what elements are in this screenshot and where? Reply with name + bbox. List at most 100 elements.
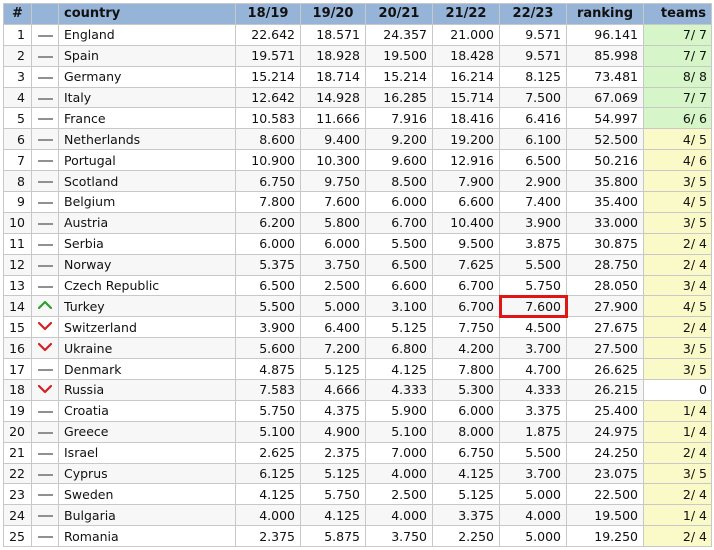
teams-value: 2/ 4 [643,316,712,339]
table-row[interactable]: 6 Netherlands 8.600 9.400 9.200 19.200 6.100 52… [3,128,712,151]
ranking-value: 27.675 [566,316,644,339]
country-name[interactable]: Romania [58,525,236,548]
country-name[interactable]: Bulgaria [58,504,236,527]
table-row[interactable]: 14 Turkey 5.500 5.000 3.100 6.700 7.600 27.900 4… [3,294,712,318]
country-name[interactable]: Israel [58,441,236,464]
country-ranking-table: # country 18/19 19/20 20/21 21/22 22/23 … [3,3,712,548]
teams-value: 1/ 4 [643,504,712,527]
table-row[interactable]: 7 Portugal 10.900 10.300 9.600 12.916 6.500 50.… [3,149,712,172]
country-name[interactable]: Sweden [58,483,236,506]
table-row[interactable]: 3 Germany 15.214 18.714 15.214 16.214 8.125 73.… [3,65,712,88]
table-row[interactable]: 21 Israel 2.625 2.375 7.000 6.750 5.500 24.250 2… [3,441,712,464]
col-header-teams[interactable]: teams [643,3,712,25]
season-points: 6.200 [235,211,301,234]
country-name[interactable]: Austria [58,211,236,234]
table-row[interactable]: 11 Serbia 6.000 6.000 5.500 9.500 3.875 30.875 2… [3,232,712,255]
country-name[interactable]: Cyprus [58,462,236,485]
table-row[interactable]: 2 Spain 19.571 18.928 19.500 18.428 9.571 85.99… [3,44,712,67]
country-name[interactable]: Belgium [58,191,236,213]
dash-icon [37,139,53,142]
country-name[interactable]: Portugal [58,149,236,172]
ranking-value: 35.800 [566,170,644,193]
country-name[interactable]: Czech Republic [58,274,236,297]
country-name[interactable]: Switzerland [58,316,236,339]
season-points: 7.200 [300,337,366,360]
season-points: 10.300 [300,149,366,172]
season-points: 4.200 [432,337,500,360]
table-row[interactable]: 18 Russia 7.583 4.666 4.333 5.300 4.333 26.215 0 [3,379,712,401]
col-header-1819[interactable]: 18/19 [235,3,301,25]
country-name[interactable]: England [58,23,236,46]
trend-cell [31,149,59,172]
country-name[interactable]: Denmark [58,358,236,381]
season-points: 22.642 [235,23,301,46]
col-header-2122[interactable]: 21/22 [432,3,500,25]
country-name[interactable]: Scotland [58,170,236,193]
trend-cell [31,274,59,297]
row-index: 17 [3,358,32,381]
season-points: 5.600 [235,337,301,360]
season-points: 7.750 [432,316,500,339]
table-row[interactable]: 8 Scotland 6.750 9.750 8.500 7.900 2.900 35.800… [3,170,712,193]
col-header-1920[interactable]: 19/20 [300,3,366,25]
ranking-value: 25.400 [566,399,644,422]
country-name[interactable]: Greece [58,420,236,443]
table-row[interactable]: 17 Denmark 4.875 5.125 4.125 7.800 4.700 26.625… [3,358,712,381]
col-header-2021[interactable]: 20/21 [365,3,433,25]
teams-value: 8/ 8 [643,65,712,88]
table-row[interactable]: 23 Sweden 4.125 5.750 2.500 5.125 5.000 22.500 2… [3,483,712,506]
season-points: 6.750 [235,170,301,193]
table-row[interactable]: 1 England 22.642 18.571 24.357 21.000 9.571 96.… [3,23,712,46]
teams-value: 4/ 5 [643,295,712,318]
country-name[interactable]: Netherlands [58,128,236,151]
season-points: 4.333 [365,379,433,401]
row-index: 25 [3,525,32,548]
table-row[interactable]: 19 Croatia 5.750 4.375 5.900 6.000 3.375 25.400… [3,399,712,422]
country-name[interactable]: Turkey [58,295,236,318]
table-row[interactable]: 9 Belgium 7.800 7.600 6.000 6.600 7.400 35.400 4… [3,191,712,213]
table-row[interactable]: 24 Bulgaria 4.000 4.125 4.000 3.375 4.000 19.50… [3,504,712,527]
country-name[interactable]: Norway [58,253,236,276]
ranking-value: 23.075 [566,462,644,485]
ranking-value: 27.900 [566,295,644,318]
season-points: 3.100 [365,295,433,318]
season-points: 6.700 [432,274,500,297]
season-points: 7.600 [300,191,366,213]
season-points: 3.900 [499,211,567,234]
teams-value: 3/ 5 [643,170,712,193]
season-points: 2.625 [235,441,301,464]
table-row[interactable]: 12 Norway 5.375 3.750 6.500 7.625 5.500 28.750 2… [3,253,712,276]
country-name[interactable]: France [58,107,236,130]
season-points: 9.571 [499,23,567,46]
season-points: 6.600 [432,191,500,213]
col-header-country[interactable]: country [58,3,236,25]
table-row[interactable]: 10 Austria 6.200 5.800 6.700 10.400 3.900 33.00… [3,211,712,234]
season-points: 3.750 [365,525,433,548]
season-points: 5.750 [300,483,366,506]
table-row[interactable]: 13 Czech Republic 6.500 2.500 6.600 6.700 5.75… [3,274,712,297]
table-row[interactable]: 25 Romania 2.375 5.875 3.750 2.250 5.000 19.250… [3,525,712,548]
table-row[interactable]: 5 France 10.583 11.666 7.916 18.416 6.416 54.99… [3,107,712,130]
season-points: 7.916 [365,107,433,130]
season-points: 12.642 [235,86,301,109]
table-row[interactable]: 20 Greece 5.100 4.900 5.100 8.000 1.875 24.975 1… [3,420,712,443]
country-name[interactable]: Croatia [58,399,236,422]
season-points: 7.800 [235,191,301,213]
country-name[interactable]: Russia [58,379,236,401]
table-row[interactable]: 4 Italy 12.642 14.928 16.285 15.714 7.500 67.06… [3,86,712,109]
table-row[interactable]: 22 Cyprus 6.125 5.125 4.000 4.125 3.700 23.075 3… [3,462,712,485]
col-header-2223[interactable]: 22/23 [499,3,567,25]
teams-value: 6/ 6 [643,107,712,130]
table-row[interactable]: 15 Switzerland 3.900 6.400 5.125 7.750 4.500 27… [3,316,712,339]
ranking-value: 96.141 [566,23,644,46]
table-row[interactable]: 16 Ukraine 5.600 7.200 6.800 4.200 3.700 27.500… [3,337,712,360]
row-index: 18 [3,379,32,401]
country-name[interactable]: Serbia [58,232,236,255]
col-header-ranking[interactable]: ranking [566,3,644,25]
country-name[interactable]: Spain [58,44,236,67]
country-name[interactable]: Ukraine [58,337,236,360]
country-name[interactable]: Germany [58,65,236,88]
col-header-rank[interactable]: # [3,3,32,25]
country-name[interactable]: Italy [58,86,236,109]
season-points: 3.700 [499,462,567,485]
